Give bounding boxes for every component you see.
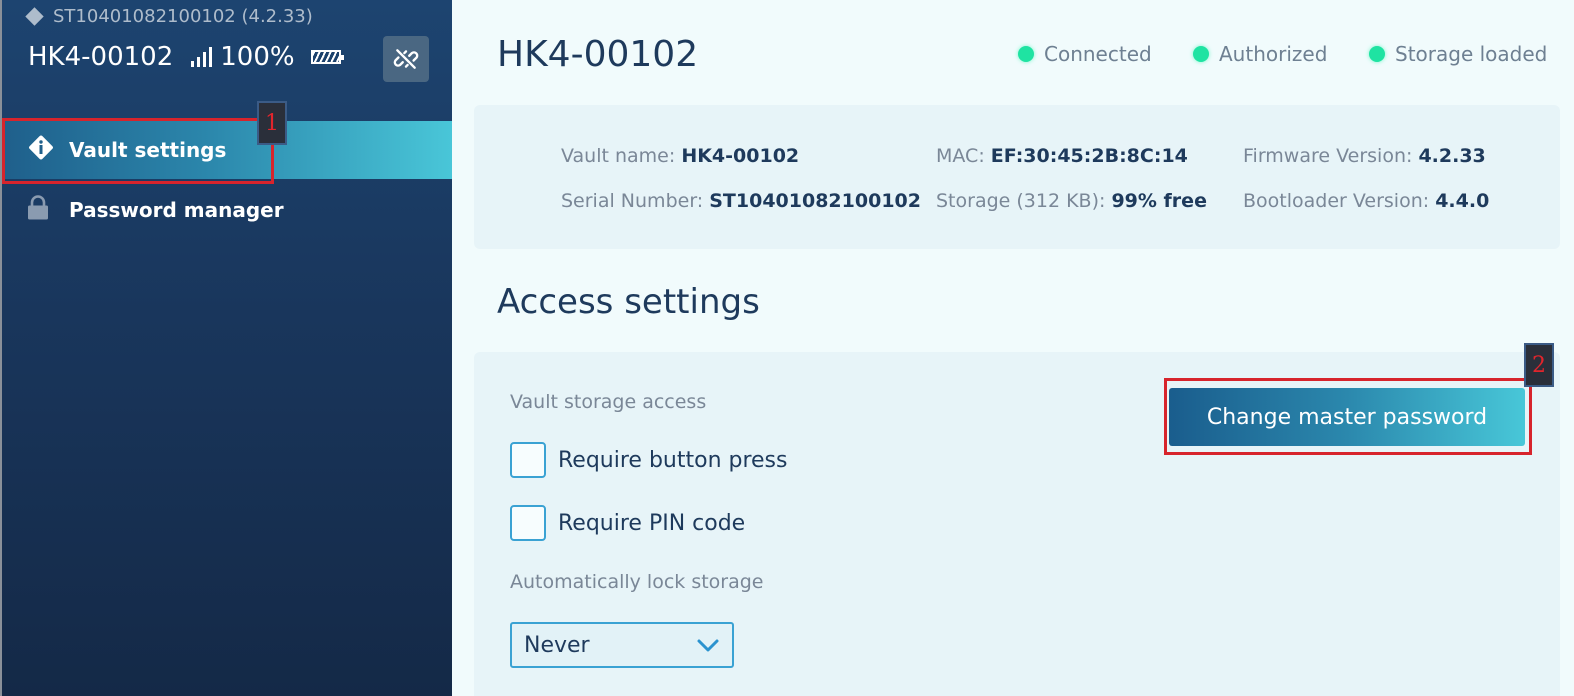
info-serial-number: Serial Number: ST10401082100102 (561, 190, 921, 212)
info-mac: MAC: EF:30:45:2B:8C:14 (936, 145, 1188, 167)
status-storage-loaded: Storage loaded (1369, 42, 1547, 66)
info-label: Vault name: (561, 145, 676, 167)
status-dot-icon (1018, 46, 1034, 62)
unlink-icon (393, 49, 419, 69)
info-value: 4.4.0 (1435, 190, 1490, 212)
info-value: 99% free (1111, 190, 1207, 212)
info-bootloader-version: Bootloader Version: 4.4.0 (1243, 190, 1489, 212)
battery-icon (310, 50, 344, 64)
auto-lock-value: Never (524, 632, 590, 658)
require-pin-code-checkbox[interactable] (510, 505, 546, 541)
device-info-card (474, 105, 1560, 249)
disconnect-button[interactable] (383, 36, 429, 82)
sidebar-item-password-manager[interactable]: Password manager (2, 181, 452, 239)
status-label: Connected (1044, 42, 1152, 66)
device-serial-text: ST10401082100102 (4.2.33) (53, 6, 313, 27)
info-label: Firmware Version: (1243, 145, 1413, 167)
status-dot-icon (1193, 46, 1209, 62)
status-dot-icon (1369, 46, 1385, 62)
annotation-box-2 (1164, 378, 1532, 455)
device-serial-line: ST10401082100102 (4.2.33) (25, 6, 313, 27)
info-value: EF:30:45:2B:8C:14 (990, 145, 1188, 167)
annotation-badge-2: 2 (1524, 343, 1554, 387)
annotation-badge-1: 1 (257, 101, 287, 145)
diamond-icon (25, 7, 44, 26)
lock-icon (26, 195, 50, 226)
sidebar-item-label: Password manager (69, 198, 284, 222)
require-pin-code-row[interactable]: Require PIN code (510, 505, 745, 541)
annotation-box-1 (2, 118, 274, 184)
access-settings-title: Access settings (497, 282, 760, 322)
vault-storage-access-label: Vault storage access (510, 391, 707, 413)
signal-strength-icon (191, 47, 213, 67)
checkbox-label: Require PIN code (558, 510, 746, 536)
require-button-press-checkbox[interactable] (510, 442, 546, 478)
info-storage: Storage (312 KB): 99% free (936, 190, 1207, 212)
require-button-press-row[interactable]: Require button press (510, 442, 788, 478)
device-name: HK4-00102 (28, 42, 174, 72)
info-value: ST10401082100102 (709, 190, 921, 212)
info-value: HK4-00102 (681, 145, 800, 167)
status-authorized: Authorized (1193, 42, 1327, 66)
device-status-row: HK4-00102 100% (28, 42, 344, 72)
sidebar: ST10401082100102 (4.2.33) HK4-00102 100%… (0, 0, 452, 696)
status-connected: Connected (1018, 42, 1152, 66)
info-label: Serial Number: (561, 190, 704, 212)
status-label: Authorized (1219, 42, 1328, 66)
info-vault-name: Vault name: HK4-00102 (561, 145, 799, 167)
auto-lock-select[interactable]: Never (510, 622, 734, 668)
status-label: Storage loaded (1395, 42, 1548, 66)
info-label: Bootloader Version: (1243, 190, 1430, 212)
battery-percent: 100% (220, 42, 295, 72)
info-value: 4.2.33 (1418, 145, 1486, 167)
checkbox-label: Require button press (558, 447, 788, 473)
info-label: Storage (312 KB): (936, 190, 1106, 212)
auto-lock-label: Automatically lock storage (510, 571, 764, 593)
info-firmware-version: Firmware Version: 4.2.33 (1243, 145, 1486, 167)
info-label: MAC: (936, 145, 985, 167)
page-title: HK4-00102 (497, 34, 699, 75)
chevron-down-icon (697, 639, 719, 652)
